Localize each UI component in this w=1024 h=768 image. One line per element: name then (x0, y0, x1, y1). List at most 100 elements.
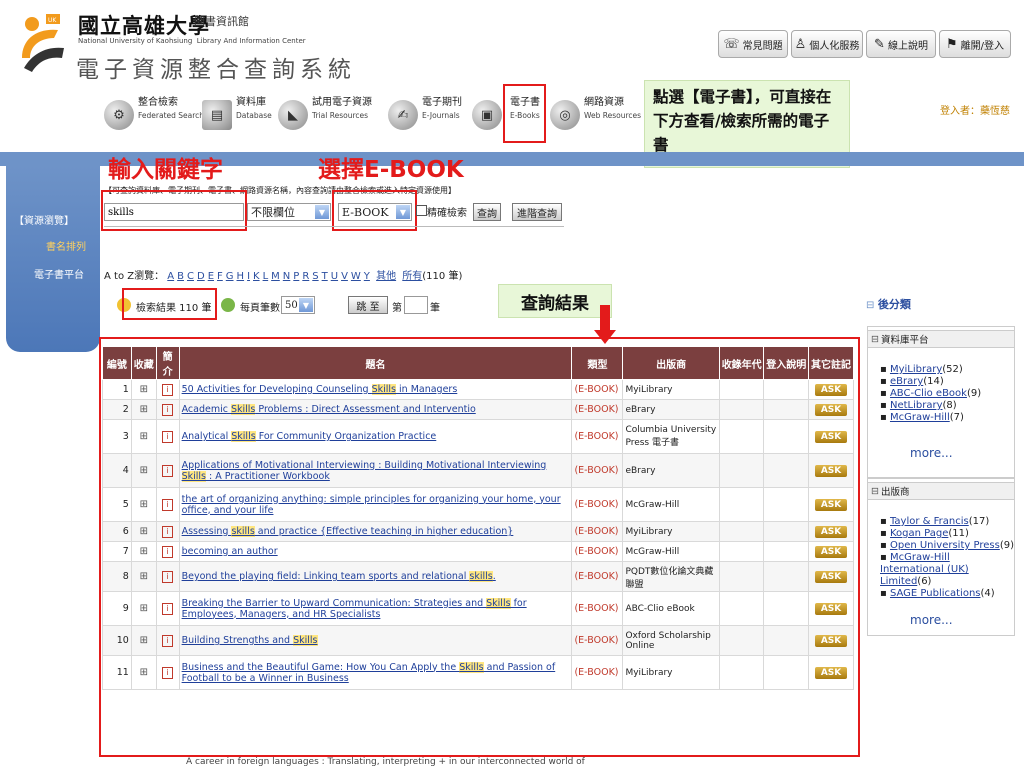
az-letter-link[interactable]: W (351, 271, 361, 282)
az-letter-link[interactable]: P (293, 271, 299, 282)
ask-button[interactable]: ASK (814, 666, 848, 679)
facet-link[interactable]: eBrary (890, 376, 923, 387)
exact-search-checkbox[interactable] (416, 205, 427, 216)
title-link[interactable]: Applications of Motivational Interviewin… (181, 460, 546, 482)
ask-button[interactable]: ASK (814, 525, 848, 538)
nav-ejournals[interactable]: ✍ 電子期刊 E-Journals (388, 96, 462, 136)
add-favorite-icon[interactable]: ⊞ (130, 379, 157, 400)
title-link[interactable]: Building Strengths and Skills (182, 635, 318, 646)
facet-group-publisher-header[interactable]: ⊟ 出版商 (867, 482, 1015, 500)
az-letter-link[interactable]: H (237, 271, 245, 282)
az-letter-link[interactable]: R (302, 271, 309, 282)
az-letter-link[interactable]: S (312, 271, 318, 282)
title-link[interactable]: Business and the Beautiful Game: How You… (182, 661, 555, 684)
facet-link[interactable]: McGraw-Hill (890, 412, 950, 423)
facet-link[interactable]: NetLibrary (890, 400, 943, 411)
az-letter-link[interactable]: E (208, 271, 214, 282)
az-other-link[interactable]: 其他 (376, 271, 396, 282)
info-icon[interactable]: i (162, 498, 174, 511)
add-favorite-icon[interactable]: ⊞ (130, 399, 157, 420)
facet-link[interactable]: Taylor & Francis (890, 516, 969, 527)
add-favorite-icon[interactable]: ⊞ (130, 419, 157, 454)
az-letter-link[interactable]: C (187, 271, 194, 282)
nav-web-resources[interactable]: ◎ 網路資源 Web Resources (550, 96, 641, 136)
az-letter-link[interactable]: G (226, 271, 234, 282)
next-page-icon[interactable] (221, 298, 235, 312)
logout-login-button[interactable]: ⚑ 離開/登入 (939, 30, 1011, 58)
add-favorite-icon[interactable]: ⊞ (130, 625, 157, 656)
ask-button[interactable]: ASK (814, 383, 848, 396)
info-icon[interactable]: i (162, 383, 174, 396)
az-letter-link[interactable]: A (167, 271, 174, 282)
add-favorite-icon[interactable]: ⊞ (130, 521, 157, 542)
title-link[interactable]: Academic Skills Problems : Direct Assess… (182, 404, 476, 415)
info-icon[interactable]: i (162, 545, 174, 558)
az-letter-link[interactable]: I (247, 271, 250, 282)
info-icon[interactable]: i (162, 570, 174, 583)
ask-button[interactable]: ASK (814, 464, 848, 477)
field-select[interactable]: 不限欄位 ▼ (247, 203, 331, 221)
per-page-select[interactable]: 50 ▼ (281, 296, 315, 314)
sidebar-ebook-platform[interactable]: 電子書平台 (34, 266, 84, 281)
info-icon[interactable]: i (162, 403, 174, 416)
az-all-link[interactable]: 所有 (402, 271, 422, 282)
sidebar-resource-browse[interactable]: 【資源瀏覽】 (14, 212, 74, 227)
ask-button[interactable]: ASK (814, 545, 848, 558)
title-link[interactable]: becoming an author (182, 546, 278, 557)
online-help-button[interactable]: ✎ 線上說明 (866, 30, 936, 58)
ask-button[interactable]: ASK (814, 403, 848, 416)
ask-button[interactable]: ASK (814, 570, 848, 583)
info-icon[interactable]: i (162, 464, 174, 477)
add-favorite-icon[interactable]: ⊞ (130, 591, 157, 626)
az-letter-link[interactable]: B (177, 271, 184, 282)
nav-database[interactable]: ▤ 資料庫 Database (202, 96, 272, 136)
add-favorite-icon[interactable]: ⊞ (130, 541, 157, 562)
info-icon[interactable]: i (162, 525, 174, 538)
title-link[interactable]: Assessing skills and practice {Effective… (182, 526, 513, 537)
ask-button[interactable]: ASK (814, 634, 848, 647)
facet-more-platform[interactable]: more... (910, 446, 953, 460)
az-letter-link[interactable]: V (341, 271, 348, 282)
nav-federated-search[interactable]: ⚙ 整合檢索 Federated Search (104, 96, 204, 136)
advanced-search-button[interactable]: 進階查詢 (512, 203, 562, 221)
page-input[interactable] (404, 296, 428, 314)
info-icon[interactable]: i (162, 666, 174, 679)
title-link[interactable]: 50 Activities for Developing Counseling … (182, 384, 457, 395)
az-letter-link[interactable]: M (271, 271, 280, 282)
az-letter-link[interactable]: N (283, 271, 290, 282)
info-icon[interactable]: i (162, 634, 174, 647)
info-icon[interactable]: i (162, 430, 174, 443)
sidebar-title-order[interactable]: 書名排列 (46, 238, 86, 253)
ask-button[interactable]: ASK (814, 498, 848, 511)
az-letter-link[interactable]: U (331, 271, 338, 282)
add-favorite-icon[interactable]: ⊞ (130, 487, 157, 522)
nav-trial-resources[interactable]: ◣ 試用電子資源 Trial Resources (278, 96, 372, 136)
search-button[interactable]: 查詢 (473, 203, 501, 221)
title-link[interactable]: Breaking the Barrier to Upward Communica… (182, 597, 527, 620)
title-link[interactable]: Beyond the playing field: Linking team s… (182, 571, 496, 582)
facet-link[interactable]: MyiLibrary (890, 364, 942, 375)
az-letter-link[interactable]: T (322, 271, 328, 282)
add-favorite-icon[interactable]: ⊞ (130, 655, 157, 690)
facet-more-publisher[interactable]: more... (910, 613, 953, 627)
az-letter-link[interactable]: F (217, 271, 223, 282)
title-link[interactable]: Analytical Skills For Community Organiza… (182, 431, 436, 442)
add-favorite-icon[interactable]: ⊞ (130, 453, 157, 488)
az-letter-link[interactable]: Y (364, 271, 370, 282)
add-favorite-icon[interactable]: ⊞ (130, 561, 157, 592)
info-icon[interactable]: i (162, 602, 174, 615)
facet-link[interactable]: Kogan Page (890, 528, 948, 539)
facet-link[interactable]: SAGE Publications (890, 588, 981, 599)
az-letter-link[interactable]: L (263, 271, 269, 282)
jump-button[interactable]: 跳 至 (348, 296, 388, 314)
title-link[interactable]: the art of organizing anything: simple p… (182, 494, 561, 516)
facet-link[interactable]: Open University Press (890, 540, 1000, 551)
ask-button[interactable]: ASK (814, 602, 848, 615)
facet-link[interactable]: ABC-Clio eBook (890, 388, 967, 399)
facet-group-platform-header[interactable]: ⊟ 資料庫平台 (867, 330, 1015, 348)
az-letter-link[interactable]: K (253, 271, 260, 282)
ask-button[interactable]: ASK (814, 430, 848, 443)
faq-button[interactable]: ☏ 常見問題 (718, 30, 788, 58)
az-letter-link[interactable]: D (197, 271, 205, 282)
personal-service-button[interactable]: ♙ 個人化服務 (791, 30, 863, 58)
